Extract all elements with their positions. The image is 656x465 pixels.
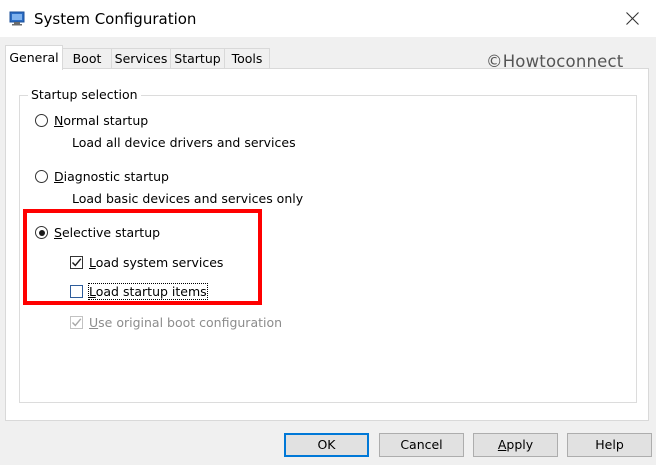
normal-startup-description: Load all device drivers and services — [72, 135, 296, 150]
watermark: ©Howtoconnect — [486, 52, 624, 71]
window-title: System Configuration — [34, 10, 197, 28]
tab-startup[interactable]: Startup — [170, 48, 225, 68]
checkmark-icon — [71, 318, 82, 327]
tab-tools[interactable]: Tools — [224, 48, 270, 68]
diagnostic-startup-label[interactable]: Diagnostic startup — [54, 169, 169, 184]
cancel-button[interactable]: Cancel — [379, 433, 464, 457]
tab-services[interactable]: Services — [111, 48, 171, 68]
highlight-annotation — [23, 209, 262, 305]
close-button[interactable] — [610, 0, 656, 37]
normal-startup-radio[interactable] — [35, 114, 48, 127]
use-original-boot-configuration-label[interactable]: Use original boot configuration — [89, 315, 282, 330]
normal-startup-label[interactable]: Normal startup — [54, 113, 148, 128]
diagnostic-startup-radio[interactable] — [35, 170, 48, 183]
use-original-boot-configuration-checkbox[interactable] — [70, 316, 83, 329]
diagnostic-startup-description: Load basic devices and services only — [72, 191, 304, 206]
ok-button[interactable]: OK — [284, 433, 369, 457]
tab-boot[interactable]: Boot — [62, 48, 112, 68]
close-icon — [626, 12, 639, 25]
help-button[interactable]: Help — [567, 433, 652, 457]
startup-selection-legend: Startup selection — [28, 87, 141, 102]
tab-general[interactable]: General — [5, 45, 63, 70]
title-bar: System Configuration — [0, 0, 656, 37]
apply-button[interactable]: Apply — [473, 433, 558, 457]
system-configuration-icon — [9, 10, 25, 26]
